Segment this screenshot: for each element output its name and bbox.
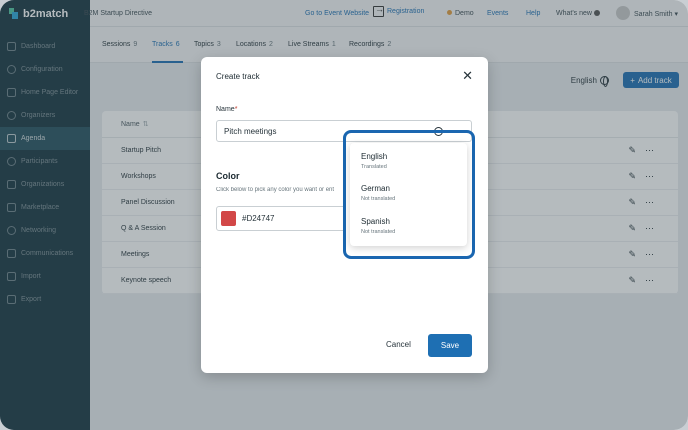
name-field-label: Name*: [216, 106, 237, 113]
language-option-spanish[interactable]: Spanish Not translated: [361, 217, 395, 235]
required-marker: *: [234, 106, 238, 113]
translation-status: Translated: [361, 164, 387, 170]
language-name: Spanish: [361, 217, 390, 226]
translation-status: Not translated: [361, 229, 396, 235]
translation-status: Not translated: [361, 196, 396, 202]
color-picker-input[interactable]: #D24747: [216, 206, 346, 231]
save-button[interactable]: Save: [428, 334, 472, 357]
color-section-title: Color: [216, 171, 240, 181]
language-name: German: [361, 184, 390, 193]
language-name: English: [361, 152, 388, 161]
name-label-text: Name: [216, 106, 235, 113]
close-icon[interactable]: ✕: [462, 69, 473, 82]
cancel-button[interactable]: Cancel: [386, 340, 411, 349]
color-hint-text: Click below to pick any color you want o…: [216, 187, 335, 193]
dialog-title: Create track: [216, 72, 260, 81]
language-dropdown: English Translated German Not translated…: [350, 143, 467, 246]
language-option-german[interactable]: German Not translated: [361, 184, 395, 202]
color-hex-value: #D24747: [242, 214, 275, 223]
color-swatch[interactable]: [221, 211, 236, 226]
app-window: b2match Dashboard Configuration Home Pag…: [0, 0, 688, 430]
language-option-english[interactable]: English Translated: [361, 152, 387, 170]
